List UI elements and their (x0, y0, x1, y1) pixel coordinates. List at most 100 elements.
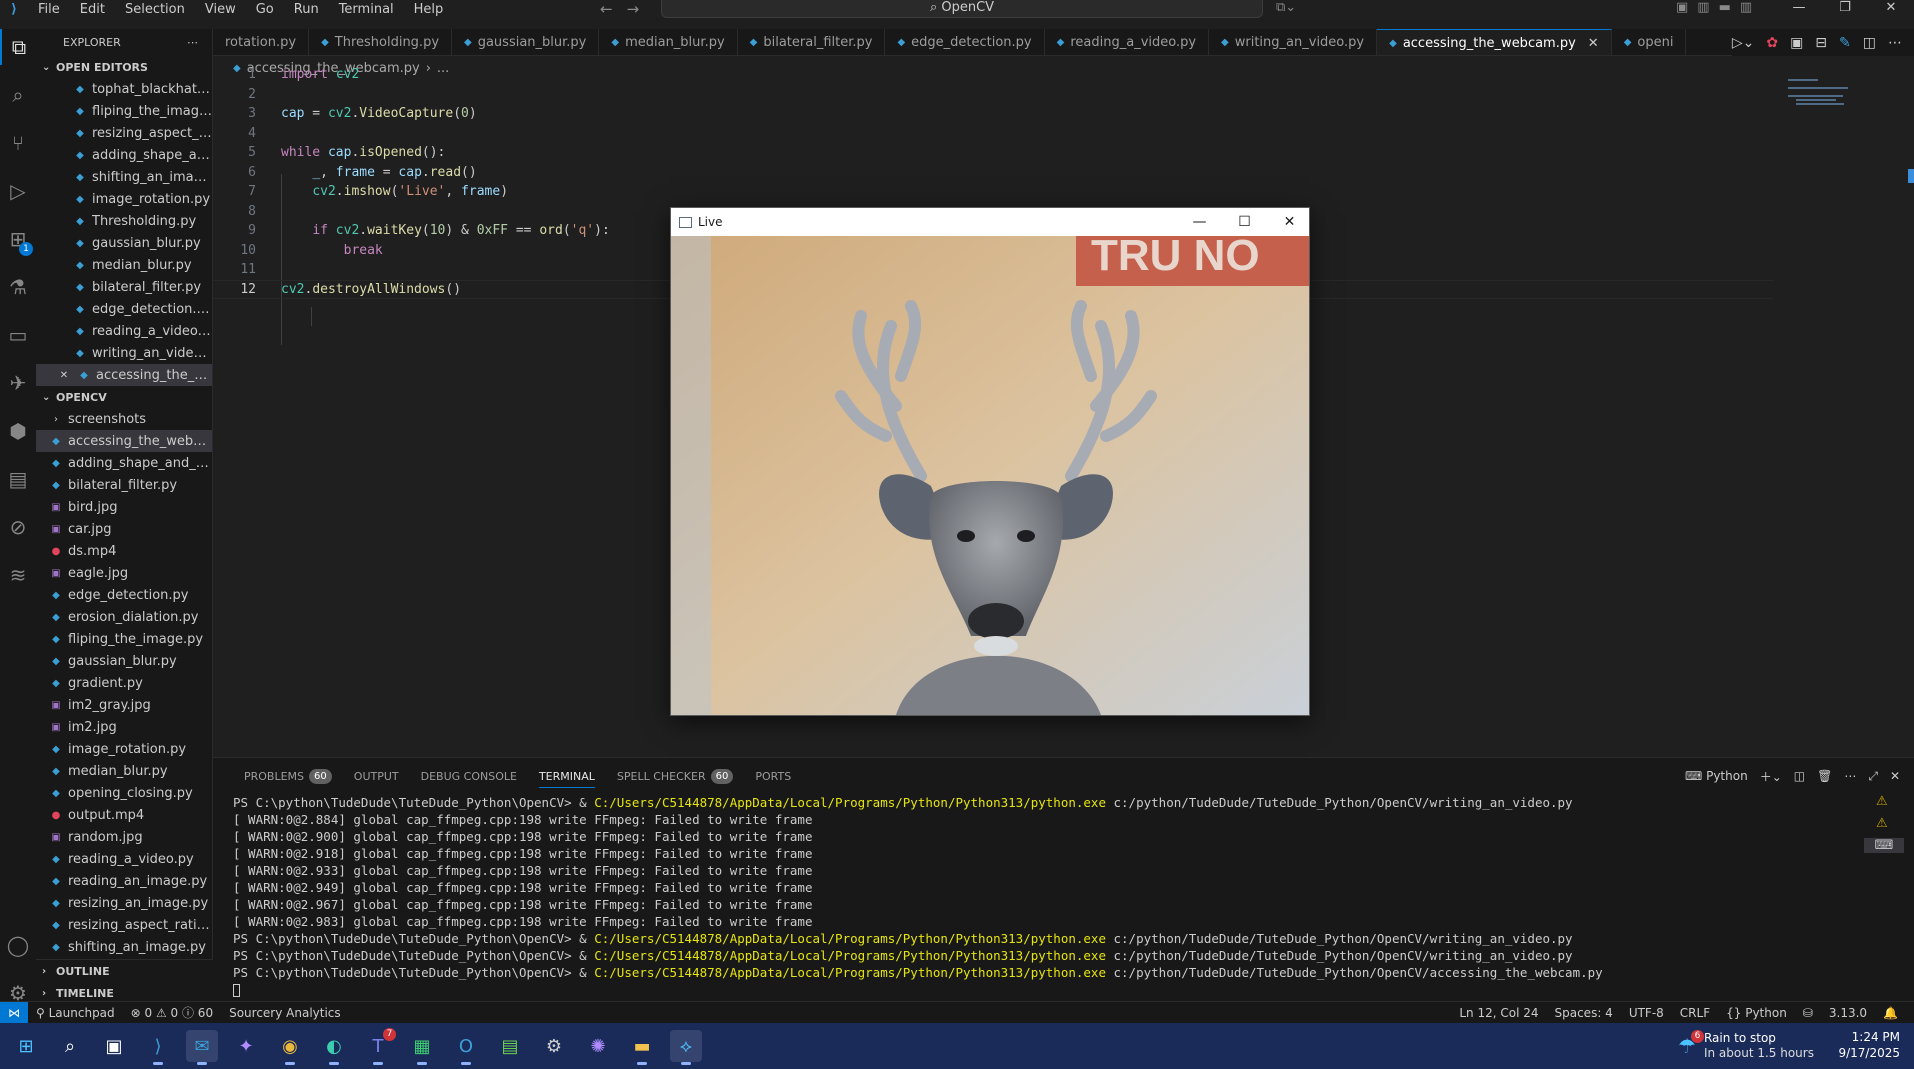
menu-run[interactable]: Run (284, 2, 329, 17)
file-item[interactable]: ◆ accessing_the_webcam.py (36, 430, 212, 452)
task-view-icon[interactable]: ▣ (98, 1030, 130, 1062)
settings-taskbar-icon[interactable]: ⚙ (538, 1030, 570, 1062)
editor-tab[interactable]: ◆ gaussian_blur.py (452, 29, 600, 55)
open-editor-item[interactable]: ◆ bilateral_filter.py (36, 276, 212, 298)
outlook-taskbar-icon[interactable]: ✉ (186, 1030, 218, 1065)
close-icon[interactable]: ✕ (56, 370, 72, 381)
problems-status[interactable]: ⊗ 0 ⚠ 0 ⓘ 60 (123, 1004, 221, 1021)
file-item[interactable]: ◆ resizing_aspect_ration.py (36, 914, 212, 936)
clock[interactable]: 1:24 PM 9/17/2025 (1838, 1029, 1900, 1061)
indentation[interactable]: Spaces: 4 (1547, 1006, 1621, 1020)
code-line[interactable]: 3 cap = cv2.VideoCapture(0) (213, 104, 1773, 123)
weather-widget[interactable]: ☂ 6 Rain to stop In about 1.5 hours (1678, 1027, 1814, 1065)
warning-icon[interactable]: ⚠ (1876, 816, 1888, 831)
file-item[interactable]: ● ds.mp4 (36, 540, 212, 562)
open-editor-item[interactable]: ✕ ◆ accessing_the_webcam.py (36, 364, 212, 386)
outline-header[interactable]: › OUTLINE (36, 960, 213, 982)
file-item[interactable]: ▣ bird.jpg (36, 496, 212, 518)
vscode-taskbar-icon[interactable]: ⟩ (142, 1030, 174, 1065)
teams-taskbar-icon[interactable]: T7 (362, 1028, 396, 1065)
editor-tab[interactable]: rotation.py (213, 29, 310, 55)
code-line[interactable]: 6 _, frame = cap.read() (213, 163, 1773, 182)
open-editor-item[interactable]: ◆ writing_an_video.py (36, 342, 212, 364)
excel-taskbar-icon[interactable]: ▦ (406, 1030, 438, 1065)
explorer-icon[interactable]: ⧉ (0, 29, 36, 65)
more-actions-icon[interactable]: ⋯ (187, 36, 198, 49)
more-actions-icon[interactable]: ⋯ (1888, 35, 1902, 51)
file-item[interactable]: ◆ fliping_the_image.py (36, 628, 212, 650)
maximize-panel-icon[interactable]: ⤢ (1868, 769, 1878, 784)
editor-tab[interactable]: ◆ edge_detection.py (885, 29, 1045, 55)
terminal-shell-selector[interactable]: ⌨ Python (1685, 769, 1748, 783)
file-item[interactable]: ◆ shifting_an_image.py (36, 936, 212, 958)
file-item[interactable]: ◆ median_blur.py (36, 760, 212, 782)
file-item[interactable]: ◆ edge_detection.py (36, 584, 212, 606)
nav-back-forward-icon[interactable]: ←→ (600, 0, 653, 18)
file-item[interactable]: ▣ im2_gray.jpg (36, 694, 212, 716)
layers-icon[interactable]: ≋ (0, 557, 36, 593)
panel-tab-ports[interactable]: PORTS (744, 758, 802, 794)
code-line[interactable]: 1 import cv2 (213, 65, 1773, 84)
minimize-icon[interactable]: — (1177, 208, 1222, 236)
file-item[interactable]: ▣ car.jpg (36, 518, 212, 540)
panel-tab-problems[interactable]: PROBLEMS 60 (233, 758, 343, 794)
menu-file[interactable]: File (28, 2, 70, 17)
python-version[interactable]: 3.13.0 (1821, 1006, 1875, 1020)
outlook-new-taskbar-icon[interactable]: O (450, 1030, 482, 1065)
close-icon[interactable]: ✕ (1267, 208, 1312, 236)
photos-taskbar-icon[interactable]: ▤ (494, 1030, 526, 1062)
encoding[interactable]: UTF-8 (1621, 1006, 1672, 1020)
open-editor-item[interactable]: ◆ shifting_an_image.py (36, 166, 212, 188)
extensions-icon[interactable]: ⊞ 1 (0, 221, 36, 257)
git-graph-icon[interactable]: ⊘ (0, 509, 36, 545)
close-panel-icon[interactable]: ✕ (1890, 769, 1900, 783)
layout-toggle-icons[interactable]: ▣▥▬▥ (1676, 0, 1761, 15)
editor-tab[interactable]: ◆ writing_an_video.py (1209, 29, 1378, 55)
file-item[interactable]: ◆ adding_shape_and_text.py (36, 452, 212, 474)
file-item[interactable]: ◆ resizing_an_image.py (36, 892, 212, 914)
panel-tab-terminal[interactable]: TERMINAL (528, 758, 606, 794)
file-item[interactable]: ▣ eagle.jpg (36, 562, 212, 584)
opencv-folder-header[interactable]: ⌄ OPENCV (36, 386, 212, 408)
panel-tab-output[interactable]: OUTPUT (343, 758, 410, 794)
notebook-icon[interactable]: ▤ (0, 461, 36, 497)
python-window-taskbar-icon[interactable]: ⟡ (670, 1030, 702, 1065)
file-item[interactable]: ◆ bilateral_filter.py (36, 474, 212, 496)
copilot-icon[interactable]: ⧉⌄ (1276, 0, 1296, 15)
open-editor-item[interactable]: ◆ image_rotation.py (36, 188, 212, 210)
split-editor-icon[interactable]: ◫ (1863, 35, 1876, 51)
testing-icon[interactable]: ⚗ (0, 269, 36, 305)
bug-icon[interactable]: ✿ (1766, 35, 1778, 51)
restore-icon[interactable]: ❐ (1822, 0, 1868, 15)
m365-taskbar-icon[interactable]: ✺ (582, 1030, 614, 1062)
minimap[interactable] (1788, 79, 1908, 119)
file-item[interactable]: ▣ im2.jpg (36, 716, 212, 738)
menu-edit[interactable]: Edit (70, 2, 115, 17)
run-debug-icon[interactable]: ▷ (0, 173, 36, 209)
close-icon[interactable]: ✕ (1868, 0, 1914, 15)
open-editor-item[interactable]: ◆ resizing_aspect_ration.py (36, 122, 212, 144)
file-explorer-taskbar-icon[interactable]: ▬ (626, 1030, 658, 1065)
windows-start-icon[interactable]: ⊞ (10, 1030, 42, 1062)
live-window-titlebar[interactable]: Live — ☐ ✕ (671, 208, 1309, 236)
open-editor-item[interactable]: ◆ edge_detection.py (36, 298, 212, 320)
notifications-bell-icon[interactable]: 🔔 (1875, 1006, 1906, 1020)
more-actions-icon[interactable]: ⋯ (1844, 769, 1856, 783)
source-control-icon[interactable]: ⑂ (0, 125, 36, 161)
new-terminal-icon[interactable]: ＋⌄ (1760, 768, 1782, 785)
copilot-taskbar-icon[interactable]: ✦ (230, 1030, 262, 1062)
menu-go[interactable]: Go (246, 2, 284, 17)
folder-item[interactable]: › screenshots (36, 408, 212, 430)
language-mode[interactable]: {} Python (1718, 1006, 1795, 1020)
command-center-search[interactable]: ⌕ OpenCV (661, 0, 1263, 18)
terminal-output[interactable]: PS C:\python\TudeDude\TuteDude_Python\Op… (233, 794, 1855, 1019)
run-icon[interactable]: ▷⌄ (1732, 35, 1755, 51)
panel-tab-debug-console[interactable]: DEBUG CONSOLE (410, 758, 528, 794)
file-item[interactable]: ◆ gradient.py (36, 672, 212, 694)
open-editor-item[interactable]: ◆ gaussian_blur.py (36, 232, 212, 254)
live-window[interactable]: Live — ☐ ✕ TRU NO (670, 207, 1310, 716)
code-line[interactable]: 4 (213, 124, 1773, 143)
split-toggle-icon[interactable]: ⊟ (1815, 35, 1827, 51)
launchpad-item[interactable]: ⚲ Launchpad (28, 1006, 123, 1020)
terminal-instance-icon[interactable]: ⌨ (1864, 838, 1904, 853)
